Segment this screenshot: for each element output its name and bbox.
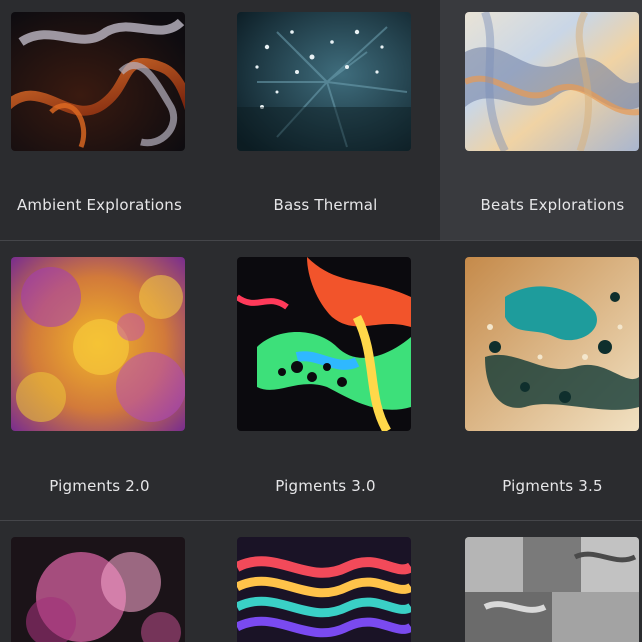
bank-tile-bass-thermal[interactable]: Bass Thermal: [226, 0, 439, 240]
bank-title: Pigments 2.0: [49, 477, 150, 495]
bank-cover-image: [465, 257, 639, 431]
gold-teal-fluid-art: [465, 257, 639, 431]
sound-bank-grid: Ambient Explorations Bass Thermal Beats …: [0, 0, 642, 642]
bank-tile[interactable]: [0, 521, 213, 642]
bank-title: Pigments 3.5: [502, 477, 603, 495]
bank-cover-image: [11, 12, 185, 151]
grayscale-collage-art: [465, 537, 639, 642]
smoke-fire-art: [11, 12, 185, 151]
bank-title: Beats Explorations: [480, 196, 625, 214]
pink-smoke-art: [11, 537, 185, 642]
bank-tile-ambient-explorations[interactable]: Ambient Explorations: [0, 0, 213, 240]
bank-title: Pigments 3.0: [275, 477, 376, 495]
bank-tile-beats-explorations[interactable]: Beats Explorations: [440, 0, 642, 240]
rainbow-swirl-art: [237, 537, 411, 642]
bank-tile-pigments-2[interactable]: Pigments 2.0: [0, 241, 213, 495]
bank-cover-image: [465, 537, 639, 642]
iridescent-liquid-art: [465, 12, 639, 151]
bank-cover-image: [237, 537, 411, 642]
bank-cover-image: [237, 12, 411, 151]
bank-cover-image: [237, 257, 411, 431]
bank-tile-pigments-3-5[interactable]: Pigments 3.5: [440, 241, 642, 495]
bank-title: Bass Thermal: [273, 196, 378, 214]
bank-cover-image: [11, 537, 185, 642]
bank-cover-image: [465, 12, 639, 151]
bank-tile[interactable]: [226, 521, 439, 642]
neon-fluid-art: [237, 257, 411, 431]
teal-crystal-art: [237, 12, 411, 151]
bank-tile[interactable]: [440, 521, 642, 642]
color-powder-art: [11, 257, 185, 431]
bank-cover-image: [11, 257, 185, 431]
bank-tile-pigments-3[interactable]: Pigments 3.0: [226, 241, 439, 495]
bank-title: Ambient Explorations: [16, 196, 183, 214]
